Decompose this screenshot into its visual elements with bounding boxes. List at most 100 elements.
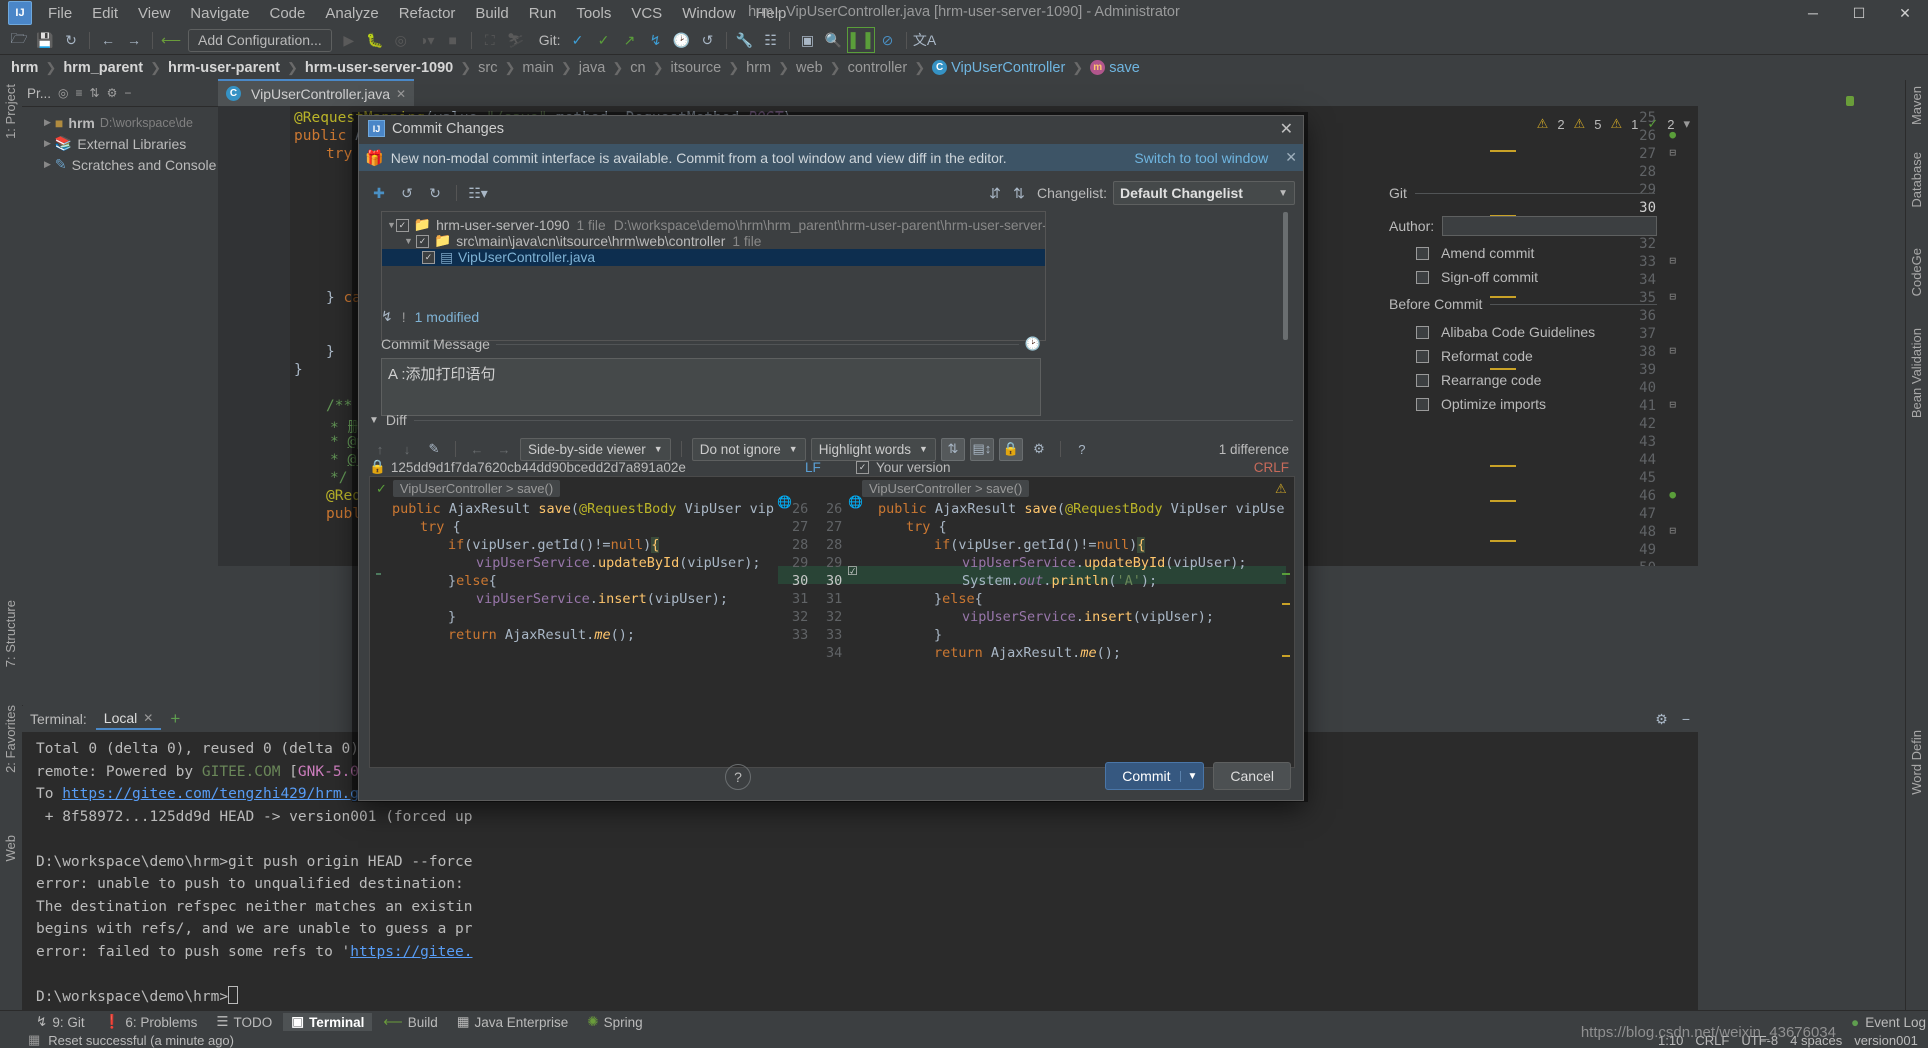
close-tab-icon[interactable]: ✕ <box>396 87 406 101</box>
rearrange-code-checkbox[interactable]: Rearrange code <box>1416 372 1657 388</box>
cancel-button[interactable]: Cancel <box>1213 762 1291 790</box>
file-checkbox[interactable]: ✓ <box>422 251 435 264</box>
accept-left-icon[interactable]: ← <box>466 439 488 460</box>
breadcrumb-item-itsource[interactable]: itsource <box>667 60 724 76</box>
forward-arrow-icon[interactable]: → <box>121 28 147 52</box>
breadcrumb-item-src[interactable]: src <box>475 60 500 76</box>
show-diff-icon[interactable]: ✚ <box>367 182 391 204</box>
file-checkbox[interactable]: ✓ <box>416 234 429 248</box>
gitee-url-link[interactable]: https://gitee.com/tengzhi429/hrm.git <box>62 786 376 802</box>
add-terminal-icon[interactable]: + <box>170 709 180 729</box>
chevron-down-icon[interactable]: ▼ <box>369 415 379 426</box>
file-tree-row-package[interactable]: ▼ ✓ 📁 src\main\java\cn\itsource\hrm\web\… <box>382 233 1045 249</box>
chevron-down-icon[interactable]: ▾ <box>1683 116 1690 132</box>
sync-icon[interactable]: ↻ <box>58 28 84 52</box>
menu-view[interactable]: View <box>128 2 180 25</box>
project-tree-item-external-libraries[interactable]: ▶ 📚 External Libraries <box>22 133 218 154</box>
gitee-url-link-2[interactable]: https://gitee. <box>350 944 472 960</box>
breadcrumb-item-main[interactable]: main <box>519 60 556 76</box>
wrench-icon[interactable]: 🔧 <box>732 28 758 52</box>
breadcrumb-item-method[interactable]: m save <box>1087 60 1143 76</box>
diff-left-pane[interactable]: public AjaxResult save(@RequestBody VipU… <box>376 501 774 767</box>
breadcrumb-item-controller[interactable]: controller <box>845 60 911 76</box>
menu-refactor[interactable]: Refactor <box>389 2 466 25</box>
file-tree-row-module[interactable]: ▼ ✓ 📁 hrm-user-server-1090 1 file D:\wor… <box>382 217 1045 233</box>
menu-file[interactable]: File <box>38 2 82 25</box>
gear-icon[interactable]: ⚙ <box>1028 439 1050 460</box>
alibaba-guidelines-checkbox[interactable]: Alibaba Code Guidelines <box>1416 324 1657 340</box>
menu-run[interactable]: Run <box>519 2 567 25</box>
breadcrumb-item-class[interactable]: C VipUserController <box>929 60 1068 76</box>
event-log-button[interactable]: ● Event Log <box>1851 1015 1926 1030</box>
project-tree-item-scratches[interactable]: ▶ ✎ Scratches and Console <box>22 154 218 175</box>
git-push-icon[interactable]: ↗ <box>617 28 643 52</box>
file-tree-row-file[interactable]: ✓ ▤ VipUserController.java <box>382 249 1045 266</box>
toolbar-button-git[interactable]: ↯ 9: Git <box>28 1013 93 1031</box>
git-branch-icon[interactable]: ↯ <box>643 28 669 52</box>
breadcrumb-item-hrm-user-parent[interactable]: hrm-user-parent <box>165 60 283 76</box>
rail-favorites[interactable]: 2: Favorites <box>3 705 18 773</box>
dismiss-banner-icon[interactable]: ✕ <box>1275 149 1297 166</box>
group-by-icon[interactable]: ☷▾ <box>466 182 490 204</box>
toolbar-button-terminal[interactable]: ▣ Terminal <box>283 1013 373 1031</box>
build-icon[interactable]: ⛶ <box>477 28 503 52</box>
profile-icon[interactable]: ◑▾ <box>414 28 440 52</box>
menu-navigate[interactable]: Navigate <box>180 2 259 25</box>
breadcrumb-item-web[interactable]: web <box>793 60 826 76</box>
previous-difference-icon[interactable]: ↑ <box>369 439 391 460</box>
revert-icon[interactable]: ↺ <box>395 182 419 204</box>
breadcrumb-item-cn[interactable]: cn <box>627 60 648 76</box>
file-checkbox[interactable]: ✓ <box>395 218 409 232</box>
commit-dropdown-icon[interactable]: ▼ <box>1179 770 1197 782</box>
inspection-widget[interactable]: ⚠ 2 ⚠ 5 ⚠ 1 ✓ 2 ▾ <box>1537 116 1690 132</box>
commit-button[interactable]: Commit ▼ <box>1105 762 1205 790</box>
git-update-icon[interactable]: ✓ <box>565 28 591 52</box>
breadcrumb-item-hrm-user-server[interactable]: hrm-user-server-1090 <box>302 60 456 76</box>
sort-icon[interactable]: ⇅ <box>90 86 100 100</box>
menu-window[interactable]: Window <box>672 2 745 25</box>
undo-arrow-icon[interactable]: ⟵ <box>158 28 184 52</box>
right-version-checkbox[interactable]: ✓ <box>856 460 869 474</box>
editor-tab-vipusercontroller[interactable]: C VipUserController.java ✕ <box>218 79 415 106</box>
menu-build[interactable]: Build <box>465 2 518 25</box>
toolbar-button-todo[interactable]: ☰ TODO <box>208 1013 280 1031</box>
search-everywhere-icon[interactable]: 🔍 <box>821 28 847 52</box>
breadcrumb-item-hrm-parent[interactable]: hrm_parent <box>60 60 146 76</box>
accept-change-checkbox[interactable]: ☑ <box>847 564 858 578</box>
rail-database[interactable]: Database <box>1909 152 1924 208</box>
close-dialog-button[interactable]: ✕ <box>1280 119 1293 139</box>
terminal-settings-icon[interactable]: ⚙ <box>1655 711 1668 728</box>
author-field[interactable] <box>1442 216 1657 236</box>
diff-viewer[interactable]: ✓ VipUserController > save() VipUserCont… <box>369 476 1295 768</box>
terminal-hide-icon[interactable]: − <box>1682 711 1690 728</box>
chevron-down-icon[interactable]: ▼ <box>387 220 396 230</box>
changed-files-tree[interactable]: ▼ ✓ 📁 hrm-user-server-1090 1 file D:\wor… <box>381 211 1046 341</box>
rail-codegen[interactable]: CodeGe <box>1909 248 1924 296</box>
rail-maven[interactable]: Maven <box>1909 86 1924 125</box>
git-revert-icon[interactable]: ↺ <box>695 28 721 52</box>
no-entry-icon[interactable]: ⊘ <box>875 28 901 52</box>
reformat-code-checkbox[interactable]: Reformat code <box>1416 348 1657 364</box>
toolbar-button-java-enterprise[interactable]: ▦ Java Enterprise <box>449 1013 577 1031</box>
refresh-icon[interactable]: ↻ <box>423 182 447 204</box>
breadcrumb-item-java[interactable]: java <box>576 60 609 76</box>
accept-right-icon[interactable]: → <box>493 439 515 460</box>
toolbar-button-spring[interactable]: ✺ Spring <box>579 1013 650 1031</box>
maximize-button[interactable]: ☐ <box>1836 0 1882 26</box>
build-module-icon[interactable]: ⛷ <box>503 28 529 52</box>
gear-icon[interactable]: ⚙ <box>107 86 118 100</box>
breadcrumb-item-hrm2[interactable]: hrm <box>743 60 774 76</box>
diff-right-pane[interactable]: public AjaxResult save(@RequestBody VipU… <box>862 501 1286 767</box>
git-history-icon[interactable]: 🕑 <box>669 28 695 52</box>
activity-monitor-icon[interactable]: ▌▐ <box>846 27 875 53</box>
menu-tools[interactable]: Tools <box>566 2 621 25</box>
diff-section-header[interactable]: ▼ Diff <box>369 412 1293 428</box>
amend-commit-checkbox[interactable]: Amend commit <box>1416 245 1657 261</box>
run-coverage-icon[interactable]: ◎ <box>388 28 414 52</box>
hide-icon[interactable]: − <box>124 86 131 100</box>
menu-analyze[interactable]: Analyze <box>315 2 388 25</box>
next-difference-icon[interactable]: ↓ <box>396 439 418 460</box>
editor-gutter[interactable] <box>218 106 290 566</box>
toolbar-button-problems[interactable]: ❗ 6: Problems <box>96 1013 206 1031</box>
rail-project[interactable]: 1: Project <box>3 84 18 139</box>
